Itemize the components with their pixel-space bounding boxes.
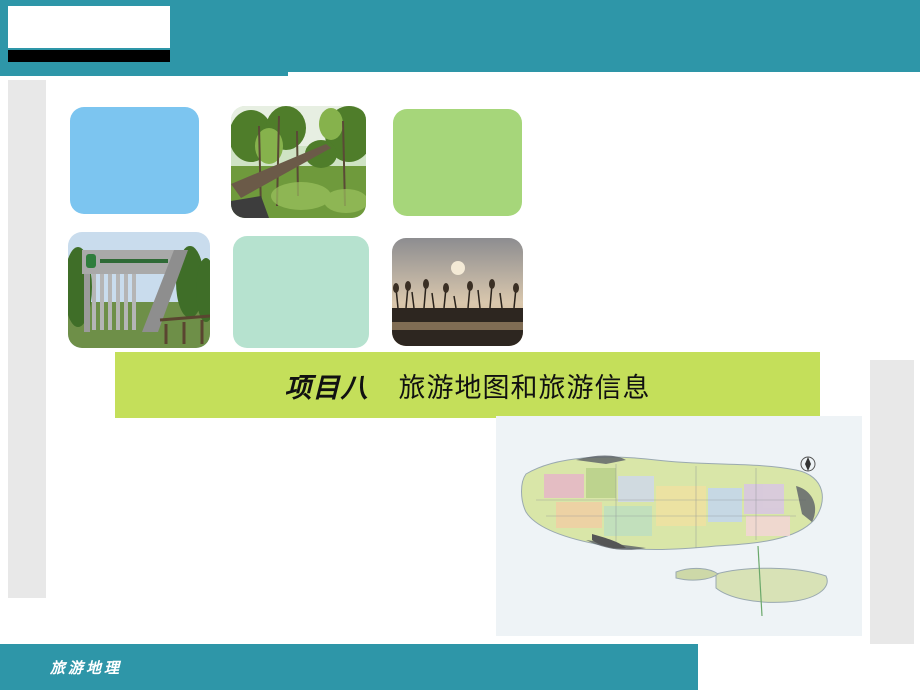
reed-sunset-photo (392, 238, 523, 346)
title-prefix: 项目八 (284, 372, 369, 404)
header-white-box (8, 6, 170, 48)
left-gray-panel (8, 80, 46, 598)
island-map (496, 416, 862, 636)
green-tile (393, 109, 522, 216)
title-banner: 项目八 旅游地图和旅游信息 (115, 352, 820, 418)
footer-label: 旅游地理 (50, 659, 123, 677)
blue-tile (70, 107, 199, 214)
mint-tile (233, 236, 369, 348)
park-gate-photo (68, 232, 210, 348)
page-title: 旅游地图和旅游信息 (398, 372, 651, 404)
header-underline (0, 72, 288, 76)
right-gray-panel (870, 360, 914, 644)
forest-boardwalk-photo (231, 106, 366, 218)
header-black-bar (8, 50, 170, 62)
